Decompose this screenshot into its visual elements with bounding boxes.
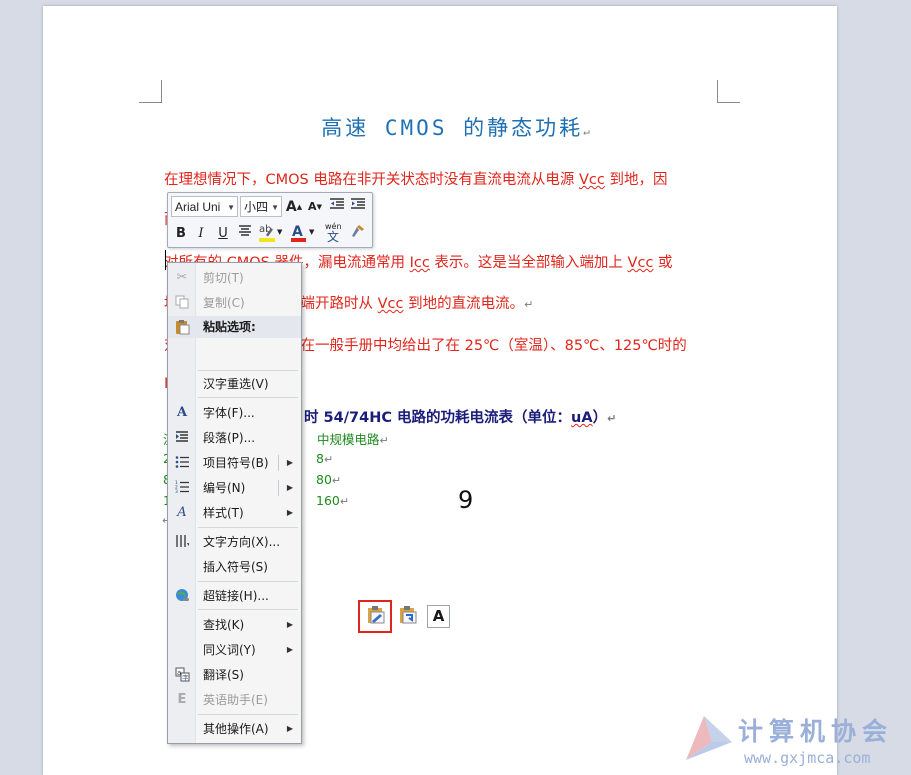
font-color-button[interactable]: A ▼ <box>289 222 315 242</box>
copy-icon <box>174 295 190 311</box>
chevron-down-icon: ▼ <box>271 203 279 212</box>
menu-item-translate[interactable]: a字 翻译(S) <box>168 664 301 686</box>
menu-item-font[interactable]: A 字体(F)... <box>168 402 301 424</box>
table-title[interactable]: 时 54/74HC 电路的功耗电流表（单位：uA）↵ <box>304 406 616 427</box>
menu-separator <box>198 527 298 528</box>
paste-merge-icon <box>400 606 417 624</box>
table-header-cell[interactable]: 中规模电路↵ <box>317 429 389 448</box>
decrease-indent-button[interactable] <box>327 197 347 217</box>
numbered-list-icon: 123 <box>174 480 190 496</box>
bullet-list-icon <box>174 455 190 471</box>
highlighter-icon <box>266 228 273 237</box>
decrease-indent-icon <box>330 198 344 209</box>
split-divider <box>278 480 279 496</box>
clipboard-icon <box>174 319 190 342</box>
chevron-right-icon: ▶ <box>286 620 293 629</box>
table-cell[interactable]: 160↵ <box>316 493 349 508</box>
grow-font-button[interactable]: A▲ <box>284 197 304 217</box>
split-divider <box>278 455 279 471</box>
hyperlink-globe-icon <box>174 588 190 604</box>
menu-separator <box>198 714 298 715</box>
paste-text-only-button[interactable]: A <box>427 605 450 628</box>
watermark-text: 计算机协会 <box>738 717 894 746</box>
text-direction-icon <box>174 534 190 550</box>
font-icon: A <box>176 405 188 420</box>
page-number: 9 <box>458 486 474 514</box>
phonetic-guide-icon: 文 <box>327 230 340 244</box>
menu-item-paragraph[interactable]: 段落(P)... <box>168 427 301 449</box>
chevron-right-icon[interactable]: ▶ <box>287 477 293 499</box>
chevron-down-icon: ▼ <box>309 228 315 236</box>
format-painter-button[interactable] <box>348 223 368 243</box>
document-title[interactable]: 高速 CMOS 的静态功耗↵ <box>0 112 911 142</box>
menu-item-numbering[interactable]: 123 编号(N) ▶ <box>168 477 301 499</box>
text-cursor <box>165 250 166 270</box>
watermark-logo-icon <box>686 716 732 760</box>
menu-item-cut[interactable]: ✂ 剪切(T) <box>168 267 301 289</box>
translate-icon: a字 <box>174 667 190 683</box>
table-cell[interactable]: 8↵ <box>316 451 333 466</box>
center-align-button[interactable] <box>235 224 255 244</box>
svg-text:字: 字 <box>182 673 189 682</box>
menu-item-reconvert[interactable]: 汉字重选(V) <box>168 373 301 395</box>
underline-button[interactable]: U <box>213 224 233 244</box>
mini-toolbar: Arial Uni ▼ 小四 ▼ A▲ A▼ B I U ab ▼ A ▼ wén … <box>167 192 373 248</box>
menu-item-styles[interactable]: A 样式(T) ▶ <box>168 502 301 524</box>
table-cell[interactable]: 80↵ <box>316 472 341 487</box>
chevron-right-icon[interactable]: ▶ <box>287 452 293 474</box>
shrink-font-button[interactable]: A▼ <box>305 197 325 217</box>
italic-button[interactable]: I <box>191 224 211 244</box>
chevron-right-icon: ▶ <box>286 508 293 517</box>
crop-mark-top-left <box>139 80 162 103</box>
bold-button[interactable]: B <box>171 224 191 244</box>
english-assistant-icon: E <box>177 692 187 707</box>
font-size-combo[interactable]: 小四 ▼ <box>240 196 282 217</box>
format-painter-icon <box>352 225 364 237</box>
menu-item-more-actions[interactable]: 其他操作(A) ▶ <box>168 718 301 740</box>
styles-icon: A <box>177 505 187 520</box>
watermark-url: www.gxjmca.com <box>744 749 871 767</box>
menu-separator <box>198 609 298 610</box>
paste-merge-format-button[interactable] <box>397 605 419 627</box>
scissors-icon: ✂ <box>176 270 188 285</box>
phonetic-guide-button[interactable]: wén 文 <box>325 222 345 244</box>
body-line-1[interactable]: 在理想情况下，CMOS 电路在非开关状态时没有直流电流从电源 Vcc 到地，因 <box>164 168 667 189</box>
highlight-box <box>358 600 392 633</box>
menu-separator <box>198 581 298 582</box>
paragraph-icon <box>174 430 190 446</box>
increase-indent-button[interactable] <box>348 197 368 217</box>
paragraph-mark: ↵ <box>583 125 590 138</box>
chevron-right-icon: ▶ <box>286 724 293 733</box>
menu-item-copy[interactable]: 复制(C) <box>168 292 301 314</box>
chevron-down-icon: ▼ <box>227 203 235 212</box>
menu-item-synonyms[interactable]: 同义词(Y) ▶ <box>168 639 301 661</box>
menu-separator <box>198 397 298 398</box>
menu-item-text-direction[interactable]: 文字方向(X)... <box>168 531 301 553</box>
font-name-combo[interactable]: Arial Uni ▼ <box>171 196 238 217</box>
menu-item-hyperlink[interactable]: 超链接(H)... <box>168 585 301 607</box>
increase-indent-icon <box>351 198 365 209</box>
align-center-icon <box>239 225 251 236</box>
crop-mark-top-right <box>717 80 740 103</box>
paste-options-header: 粘贴选项: <box>168 316 301 338</box>
menu-item-find[interactable]: 查找(K) ▶ <box>168 614 301 636</box>
chevron-down-icon: ▼ <box>277 228 283 236</box>
menu-item-english-assistant[interactable]: E 英语助手(E) <box>168 689 301 711</box>
menu-item-bullets[interactable]: 项目符号(B) ▶ <box>168 452 301 474</box>
highlight-button[interactable]: ab ▼ <box>257 222 283 242</box>
menu-item-insert-symbol[interactable]: 插入符号(S) <box>168 556 301 578</box>
menu-separator <box>198 370 298 371</box>
context-menu: ✂ 剪切(T) 复制(C) 粘贴选项: A 汉字重选(V) A 字体(F)...… <box>167 262 450 744</box>
svg-text:3: 3 <box>175 489 178 494</box>
chevron-right-icon: ▶ <box>286 645 293 654</box>
